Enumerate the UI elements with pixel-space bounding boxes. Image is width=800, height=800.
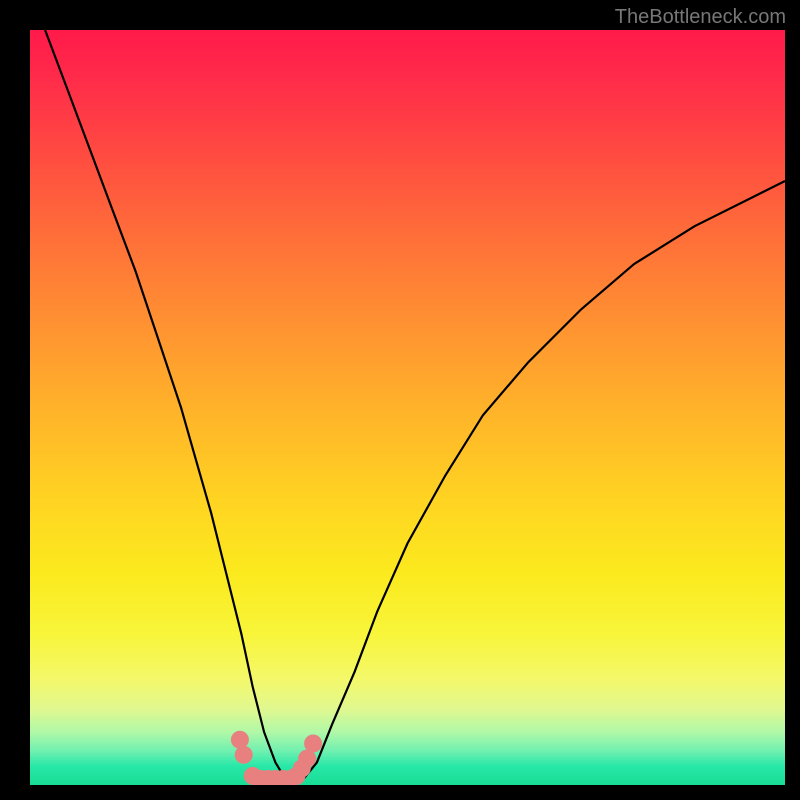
chart-svg	[30, 30, 785, 785]
highlight-markers	[231, 731, 322, 785]
plot-area	[30, 30, 785, 785]
watermark-text: TheBottleneck.com	[615, 6, 786, 29]
bottleneck-curve	[45, 30, 785, 781]
marker-dot	[231, 731, 249, 749]
marker-dot	[235, 746, 253, 764]
marker-dot	[304, 735, 322, 753]
